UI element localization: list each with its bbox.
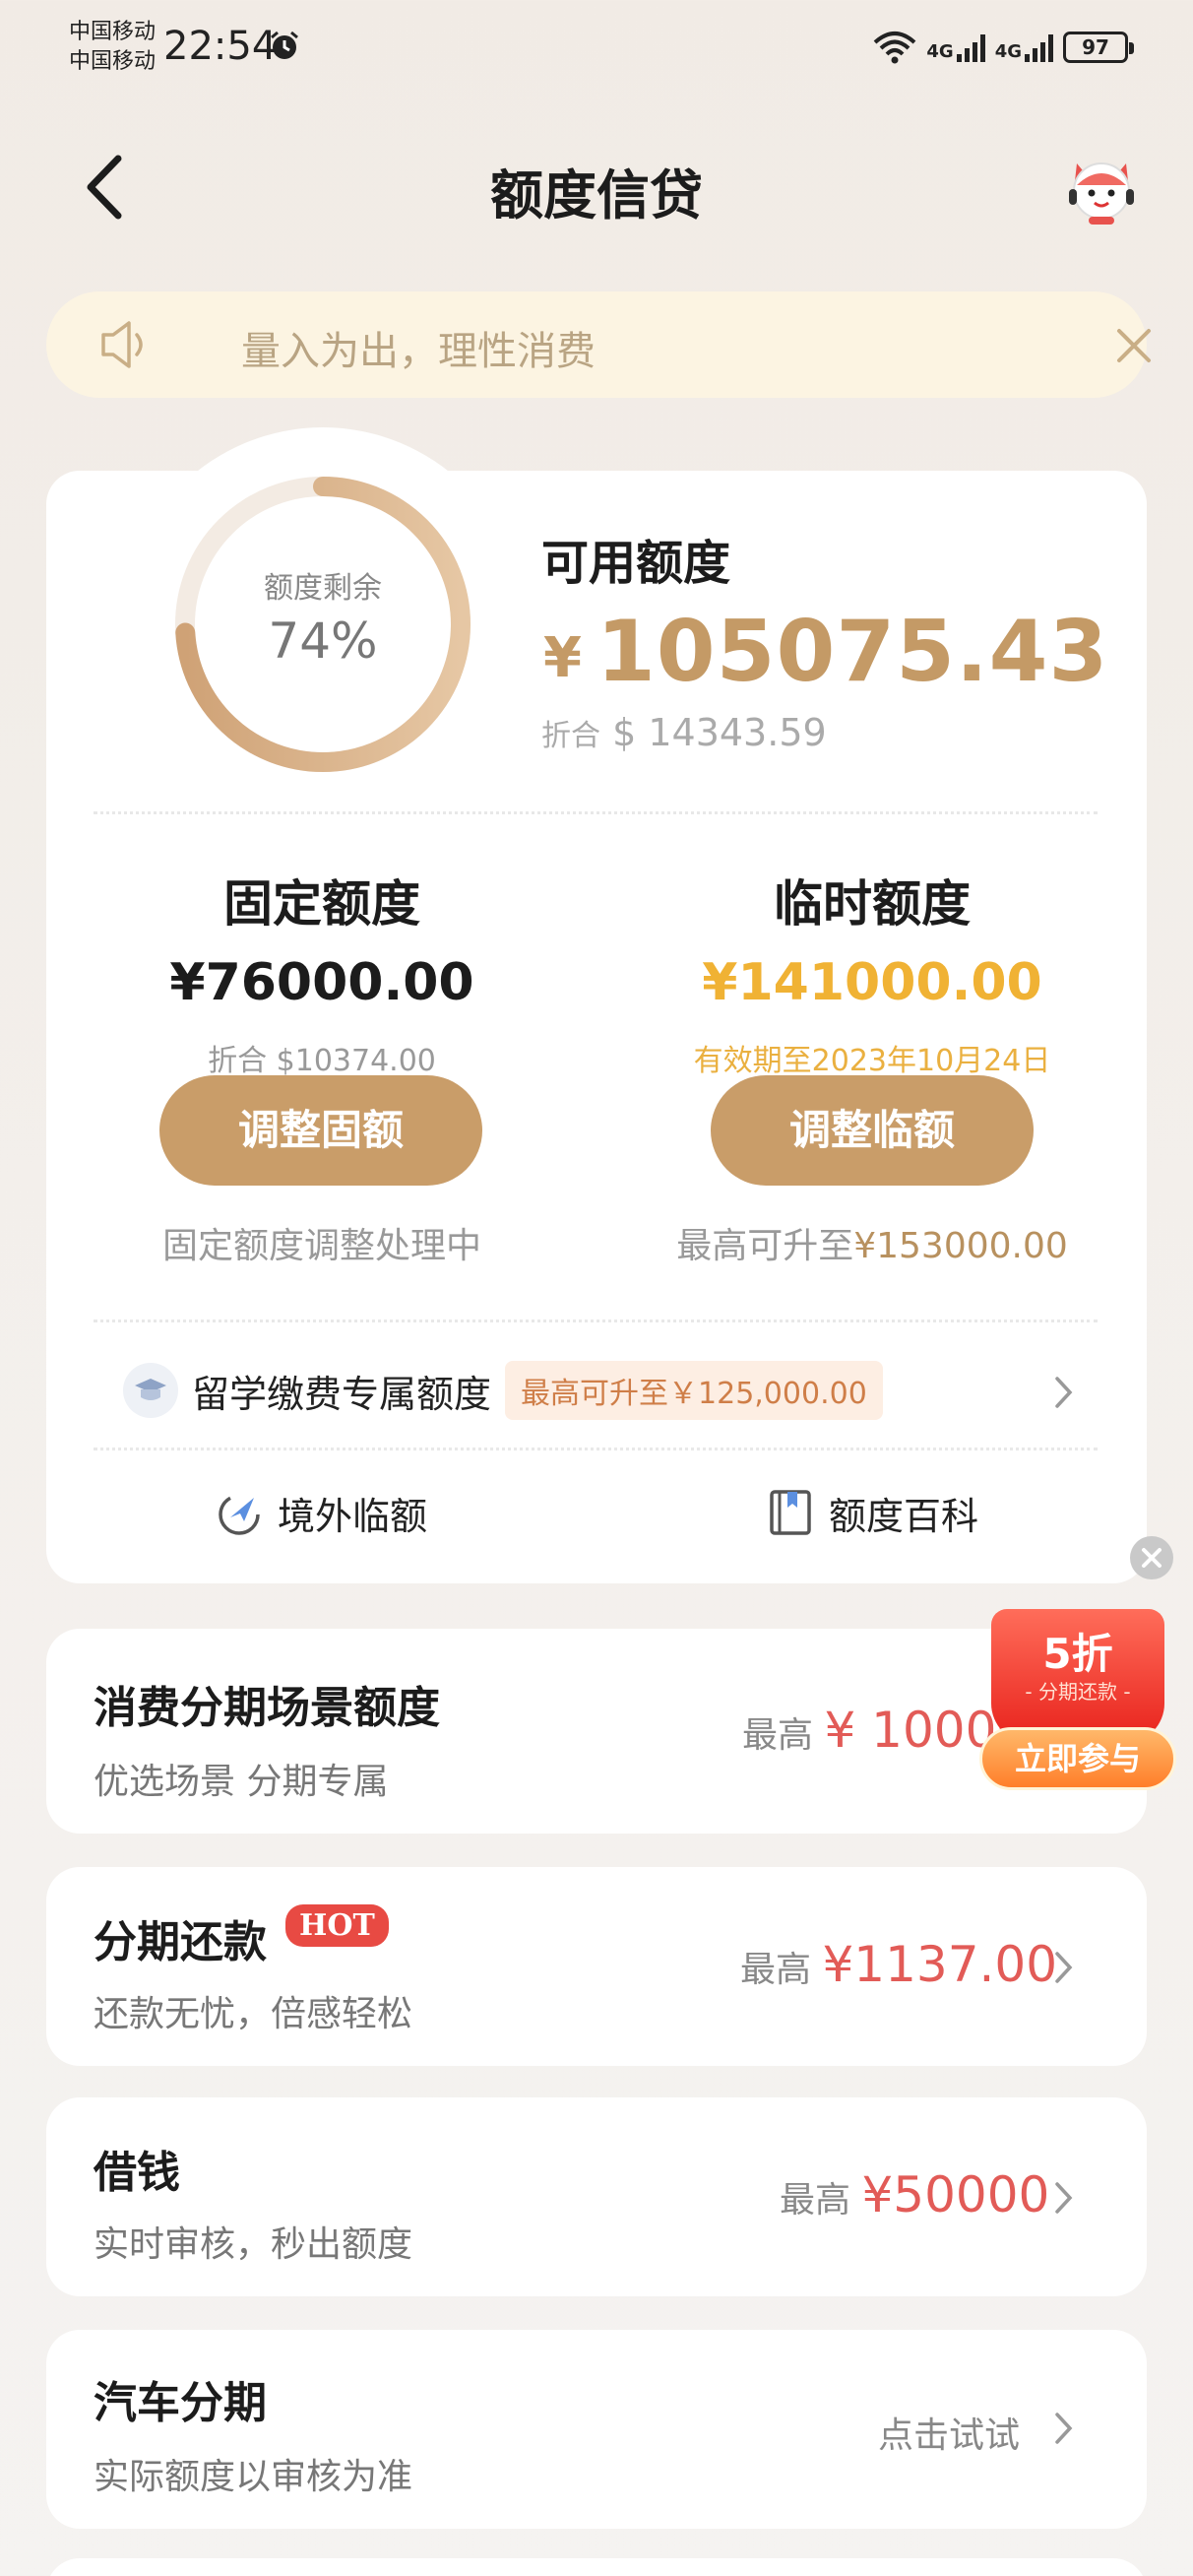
system-icons: 4G 4G 97 bbox=[873, 26, 1134, 69]
temp-title: 临时额度 bbox=[774, 875, 971, 933]
temp-amount: ¥141000.00 bbox=[702, 953, 1042, 1012]
overseas-temp-link[interactable]: 境外临额 bbox=[215, 1485, 427, 1540]
row-subtitle: 优选场景 分期专属 bbox=[94, 1762, 389, 1802]
row-amount: ¥50000 bbox=[861, 2166, 1050, 2223]
row-amount: ¥1137.00 bbox=[822, 1936, 1058, 1993]
divider bbox=[94, 1448, 1098, 1450]
fixed-note: 固定额度调整处理中 bbox=[161, 1226, 481, 1266]
row-subtitle: 实时审核，秒出额度 bbox=[94, 2224, 413, 2265]
row-action: 点击试试 bbox=[878, 2415, 1021, 2456]
row-right: 最高 ¥1137.00 bbox=[740, 1936, 1057, 1993]
fixed-amount: ¥76000.00 bbox=[169, 953, 474, 1012]
net-type-2: 4G bbox=[994, 41, 1022, 62]
validity-prefix: 有效期至 bbox=[693, 1044, 812, 1078]
row-subtitle: 实际额度以审核为准 bbox=[94, 2457, 413, 2497]
row-prefix: 最高 bbox=[742, 1715, 814, 1756]
validity-date: 2023年10月24日 bbox=[811, 1044, 1051, 1078]
carrier-2: 中国移动 bbox=[69, 49, 157, 74]
temp-validity: 有效期至2023年10月24日 bbox=[596, 1036, 1148, 1079]
close-icon[interactable] bbox=[1109, 321, 1159, 370]
usd-prefix: 折合 bbox=[541, 719, 600, 753]
temporary-credit-block: 临时额度 ¥141000.00 有效期至2023年10月24日 bbox=[596, 865, 1148, 1079]
overseas-label: 境外临额 bbox=[278, 1494, 428, 1538]
chevron-right-icon[interactable] bbox=[1053, 2411, 1075, 2446]
close-icon bbox=[1142, 1548, 1162, 1568]
temp-note-amount: ¥153000.00 bbox=[853, 1226, 1068, 1266]
row-prefix: 最高 bbox=[740, 1950, 812, 1990]
adjust-temp-button[interactable]: 调整临额 bbox=[711, 1075, 1034, 1186]
wiki-label: 额度百科 bbox=[829, 1494, 979, 1538]
book-icon bbox=[770, 1490, 811, 1535]
notice-text: 量入为出，理性消费 bbox=[241, 329, 596, 374]
study-abroad-label: 留学缴费专属额度 bbox=[192, 1372, 492, 1416]
net-type-1: 4G bbox=[926, 41, 954, 62]
fixed-usd: 折合 $10374.00 bbox=[208, 1044, 436, 1078]
promo-subtitle: - 分期还款 - bbox=[1025, 1680, 1131, 1704]
row-title: 借钱 bbox=[94, 2148, 180, 2198]
mascot-service-icon[interactable] bbox=[1063, 152, 1140, 226]
available-label: 可用额度 bbox=[541, 536, 731, 591]
fixed-credit-block: 固定额度 ¥76000.00 折合 $10374.00 bbox=[46, 865, 597, 1079]
temp-note-prefix: 最高可升至 bbox=[676, 1226, 854, 1266]
plane-icon bbox=[219, 1494, 260, 1535]
row-prefix: 最高 bbox=[780, 2180, 851, 2221]
wifi-icon bbox=[874, 32, 916, 64]
carrier-labels: 中国移动 中国移动 bbox=[69, 18, 156, 77]
graduation-cap-icon bbox=[123, 1363, 178, 1418]
clock: 22:54 bbox=[163, 24, 278, 69]
credit-wiki-link[interactable]: 额度百科 bbox=[766, 1485, 978, 1540]
adjust-fixed-button[interactable]: 调整固额 bbox=[159, 1075, 482, 1186]
promo-discount: 5折 bbox=[1042, 1630, 1113, 1678]
status-bar: 中国移动 中国移动 22:54 4G 4G 97 bbox=[0, 0, 1193, 94]
hot-badge: HOT bbox=[285, 1904, 389, 1947]
list-item[interactable] bbox=[46, 2558, 1147, 2576]
available-amount: ¥105075.43 bbox=[543, 603, 1108, 701]
carrier-1: 中国移动 bbox=[69, 20, 157, 44]
chevron-right-icon[interactable] bbox=[1053, 2180, 1075, 2216]
page-title: 额度信贷 bbox=[490, 164, 703, 226]
divider bbox=[94, 811, 1098, 814]
currency-symbol: ¥ bbox=[543, 626, 583, 690]
temp-note: 最高可升至¥153000.00 bbox=[596, 1217, 1148, 1268]
usd-value: $ 14343.59 bbox=[612, 711, 827, 754]
signal-1-icon: 4G bbox=[926, 32, 985, 62]
ring-label: 额度剩余 bbox=[264, 571, 382, 606]
row-title: 汽车分期 bbox=[94, 2378, 267, 2428]
available-usd: 折合 $ 14343.59 bbox=[541, 711, 827, 754]
speaker-icon bbox=[101, 321, 143, 368]
row-title: 消费分期场景额度 bbox=[94, 1683, 440, 1733]
signal-2-icon: 4G bbox=[995, 32, 1053, 62]
promo-join-button[interactable]: 立即参与 bbox=[979, 1727, 1176, 1790]
row-subtitle: 还款无忧，倍感轻松 bbox=[94, 1994, 413, 2034]
study-abroad-row[interactable]: 留学缴费专属额度 最高可升至￥125,000.00 bbox=[123, 1361, 883, 1420]
divider bbox=[94, 1320, 1098, 1322]
alarm-icon bbox=[271, 31, 298, 59]
available-value: 105075.43 bbox=[596, 603, 1109, 701]
notice-banner: 量入为出，理性消费 bbox=[46, 291, 1151, 398]
battery-icon: 97 bbox=[1063, 32, 1134, 63]
promo-badge[interactable]: 5折 - 分期还款 - 立即参与 bbox=[979, 1605, 1176, 1797]
row-title: 分期还款 bbox=[94, 1917, 267, 1967]
study-abroad-tag: 最高可升至￥125,000.00 bbox=[505, 1361, 883, 1420]
ring-percent: 74% bbox=[268, 612, 378, 670]
chevron-right-icon[interactable] bbox=[1053, 1950, 1075, 1985]
promo-close-button[interactable] bbox=[1130, 1536, 1173, 1579]
row-right: 最高 ¥50000 bbox=[780, 2166, 1049, 2223]
fixed-title: 固定额度 bbox=[223, 875, 420, 933]
chevron-right-icon[interactable] bbox=[1053, 1375, 1075, 1410]
